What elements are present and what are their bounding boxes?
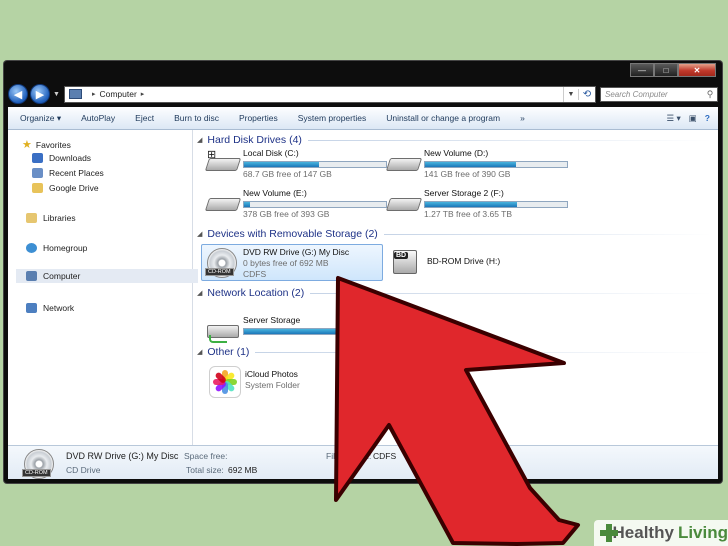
watermark-text: Healthy <box>612 523 674 542</box>
healthy-living-watermark: Healthy Living <box>594 520 728 546</box>
red-arrow <box>334 276 580 546</box>
watermark-text: Living <box>677 523 728 542</box>
plus-logo-icon <box>600 524 618 542</box>
pointer-arrow-annotation <box>334 276 580 546</box>
